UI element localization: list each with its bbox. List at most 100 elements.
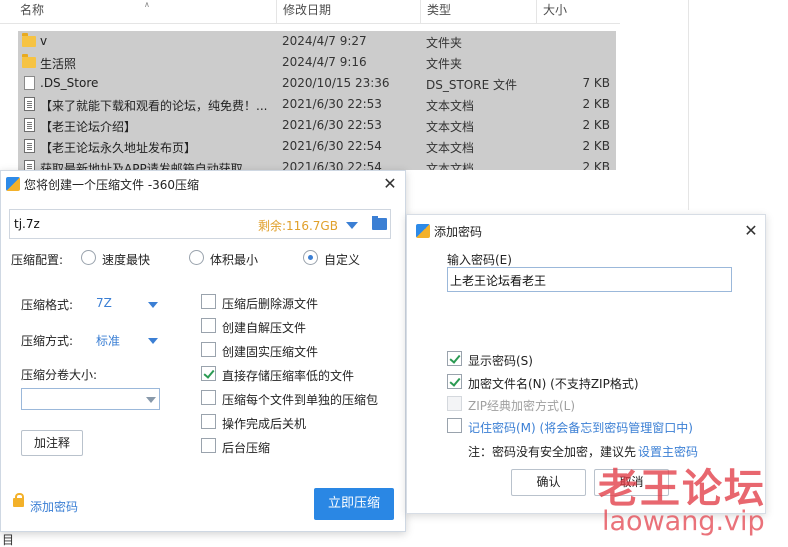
option-label[interactable]: 直接存储压缩率低的文件 <box>222 367 354 384</box>
file-size: 2 KB <box>582 139 610 153</box>
show-password-label[interactable]: 显示密码(S) <box>468 352 533 369</box>
file-type: 文件夹 <box>426 36 463 50</box>
radio-smallest[interactable] <box>189 250 204 265</box>
volume-size-combo[interactable] <box>21 388 160 410</box>
file-type: DS_STORE 文件 <box>426 78 517 92</box>
file-name: 【来了就能下载和观看的论坛，纯免费！... <box>40 99 268 113</box>
compress-now-button[interactable]: 立即压缩 <box>314 488 394 520</box>
file-row[interactable]: 生活照 2024/4/7 9:16 文件夹 <box>18 52 616 73</box>
file-date: 2021/6/30 22:53 <box>282 97 382 111</box>
file-size: 2 KB <box>582 118 610 132</box>
method-select[interactable]: 标准 <box>96 332 120 349</box>
file-type: 文本文档 <box>426 162 475 170</box>
file-name: v <box>40 34 48 48</box>
format-label: 压缩格式: <box>21 298 74 312</box>
option-label[interactable]: 压缩每个文件到单独的压缩包 <box>222 391 378 408</box>
remember-password-checkbox[interactable] <box>447 418 462 433</box>
radio-custom-label[interactable]: 自定义 <box>324 251 360 268</box>
file-row[interactable]: v 2024/4/7 9:27 文件夹 <box>18 31 616 52</box>
file-name: 获取最新地址及APP请发邮箱自动获取 <box>40 162 243 170</box>
file-row[interactable]: 获取最新地址及APP请发邮箱自动获取 2021/6/30 22:54 文本文档 … <box>18 157 616 170</box>
text-document-icon <box>24 118 35 132</box>
radio-fastest[interactable] <box>81 250 96 265</box>
file-type: 文件夹 <box>426 57 463 71</box>
file-date: 2021/6/30 22:54 <box>282 139 382 153</box>
file-icon <box>24 76 35 90</box>
lock-icon[interactable] <box>13 493 24 507</box>
dialog-title: 您将创建一个压缩文件 -360压缩 <box>24 178 200 192</box>
radio-fastest-label[interactable]: 速度最快 <box>102 251 150 268</box>
confirm-button[interactable]: 确认 <box>511 469 586 496</box>
config-label: 压缩配置: <box>11 253 64 267</box>
option-checkbox[interactable] <box>201 414 216 429</box>
show-password-checkbox[interactable] <box>447 351 462 366</box>
option-checkbox[interactable] <box>201 342 216 357</box>
text-document-icon <box>24 139 35 153</box>
volume-label: 压缩分卷大小: <box>21 368 98 382</box>
column-date[interactable]: 修改日期 <box>276 0 420 24</box>
volume-dropdown-icon[interactable] <box>146 397 156 403</box>
browse-folder-icon[interactable] <box>372 216 387 230</box>
dialog-titlebar[interactable]: 您将创建一个压缩文件 -360压缩 ✕ <box>1 171 405 197</box>
option-checkbox[interactable] <box>201 390 216 405</box>
free-space-label: 剩余:116.7GB <box>258 219 338 233</box>
file-row[interactable]: .DS_Store 2020/10/15 23:36 DS_STORE 文件 7… <box>18 73 616 94</box>
add-password-link[interactable]: 添加密码 <box>30 498 78 515</box>
file-row[interactable]: 【老王论坛介绍】 2021/6/30 22:53 文本文档 2 KB <box>18 115 616 136</box>
password-input-label: 输入密码(E) <box>447 253 512 267</box>
file-name: 生活照 <box>40 57 77 71</box>
column-type[interactable]: 类型 <box>420 0 536 24</box>
zip-classic-checkbox <box>447 396 462 411</box>
watermark: 老王论坛 laowang.vip <box>592 456 782 546</box>
file-name: .DS_Store <box>40 76 99 90</box>
radio-custom[interactable] <box>303 250 318 265</box>
file-date: 2020/10/15 23:36 <box>282 76 390 90</box>
column-size[interactable]: 大小 <box>536 0 620 24</box>
close-icon[interactable]: ✕ <box>744 223 758 239</box>
option-label[interactable]: 创建固实压缩文件 <box>222 343 318 360</box>
archive-path-value[interactable]: tj.7z <box>14 217 40 231</box>
file-size: 2 KB <box>582 160 610 170</box>
file-date: 2021/6/30 22:53 <box>282 118 382 132</box>
encrypt-filenames-label[interactable]: 加密文件名(N) (不支持ZIP格式) <box>468 375 639 392</box>
path-dropdown-icon[interactable] <box>346 222 358 229</box>
password-input[interactable]: 上老王论坛看老王 <box>447 267 732 292</box>
add-comment-button[interactable]: 加注释 <box>21 430 83 456</box>
option-label[interactable]: 后台压缩 <box>222 439 270 456</box>
file-type: 文本文档 <box>426 99 475 113</box>
file-type: 文本文档 <box>426 120 475 134</box>
file-type: 文本文档 <box>426 141 475 155</box>
file-date: 2021/6/30 22:54 <box>282 160 382 170</box>
close-icon[interactable]: ✕ <box>383 176 397 192</box>
folder-icon <box>22 33 36 47</box>
compress-dialog: 您将创建一个压缩文件 -360压缩 ✕ tj.7z 剩余:116.7GB 压缩配… <box>0 170 406 532</box>
radio-smallest-label[interactable]: 体积最小 <box>210 251 258 268</box>
file-name: 【老王论坛永久地址发布页】 <box>40 141 197 155</box>
file-date: 2024/4/7 9:27 <box>282 34 367 48</box>
option-checkbox[interactable] <box>201 438 216 453</box>
dialog-title: 添加密码 <box>434 225 483 239</box>
option-checkbox[interactable] <box>201 294 216 309</box>
option-label[interactable]: 压缩后删除源文件 <box>222 295 318 312</box>
option-checkbox[interactable] <box>201 366 216 381</box>
text-document-icon <box>24 97 35 111</box>
option-label[interactable]: 操作完成后关机 <box>222 415 306 432</box>
encrypt-filenames-checkbox[interactable] <box>447 374 462 389</box>
file-row[interactable]: 【老王论坛永久地址发布页】 2021/6/30 22:54 文本文档 2 KB <box>18 136 616 157</box>
explorer-column-header: 名称 ∧ 修改日期 类型 大小 <box>0 0 620 24</box>
password-value[interactable]: 上老王论坛看老王 <box>450 272 546 289</box>
format-select[interactable]: 7Z <box>96 296 112 310</box>
zip-classic-label: ZIP经典加密方式(L) <box>468 399 576 413</box>
sort-chevron-icon: ∧ <box>144 0 150 9</box>
archive-path-field[interactable]: tj.7z 剩余:116.7GB <box>9 209 391 239</box>
method-dropdown-icon[interactable] <box>148 338 158 344</box>
watermark-en: laowang.vip <box>602 506 765 537</box>
file-row[interactable]: 【来了就能下载和观看的论坛，纯免费！... 2021/6/30 22:53 文本… <box>18 94 616 115</box>
option-checkbox[interactable] <box>201 318 216 333</box>
file-date: 2024/4/7 9:16 <box>282 55 367 69</box>
format-dropdown-icon[interactable] <box>148 302 158 308</box>
remember-password-label[interactable]: 记住密码(M) (将会备忘到密码管理窗口中) <box>468 419 693 436</box>
file-size: 7 KB <box>582 76 610 90</box>
file-size: 2 KB <box>582 97 610 111</box>
option-label[interactable]: 创建自解压文件 <box>222 319 306 336</box>
